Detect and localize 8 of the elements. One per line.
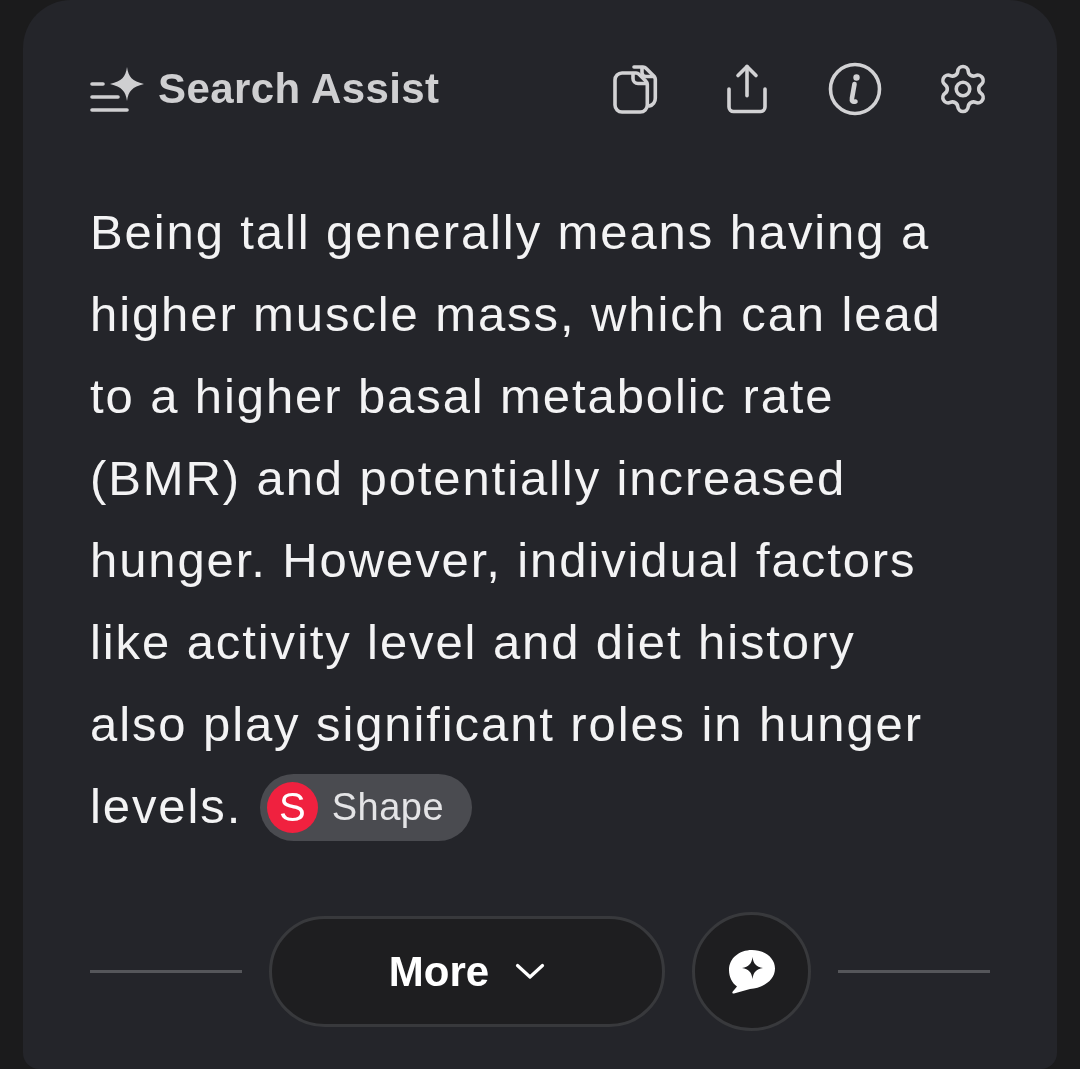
info-icon[interactable] bbox=[828, 62, 882, 116]
source-logo: S bbox=[266, 781, 318, 833]
chat-sparkle-icon bbox=[727, 948, 776, 995]
panel-title: Search Assist bbox=[158, 65, 440, 113]
answer-text: Being tall generally means having a higher muscle mass, which can lead to a higher basal metabolic rate (BMR) and potentially increased hunger. However, individual factors like activity level and diet history also play significant roles in hunger levels. S Shape bbox=[90, 191, 952, 847]
more-button[interactable]: More bbox=[269, 916, 665, 1027]
lines-sparkle-icon bbox=[90, 66, 146, 112]
source-link[interactable]: S Shape bbox=[259, 773, 473, 841]
